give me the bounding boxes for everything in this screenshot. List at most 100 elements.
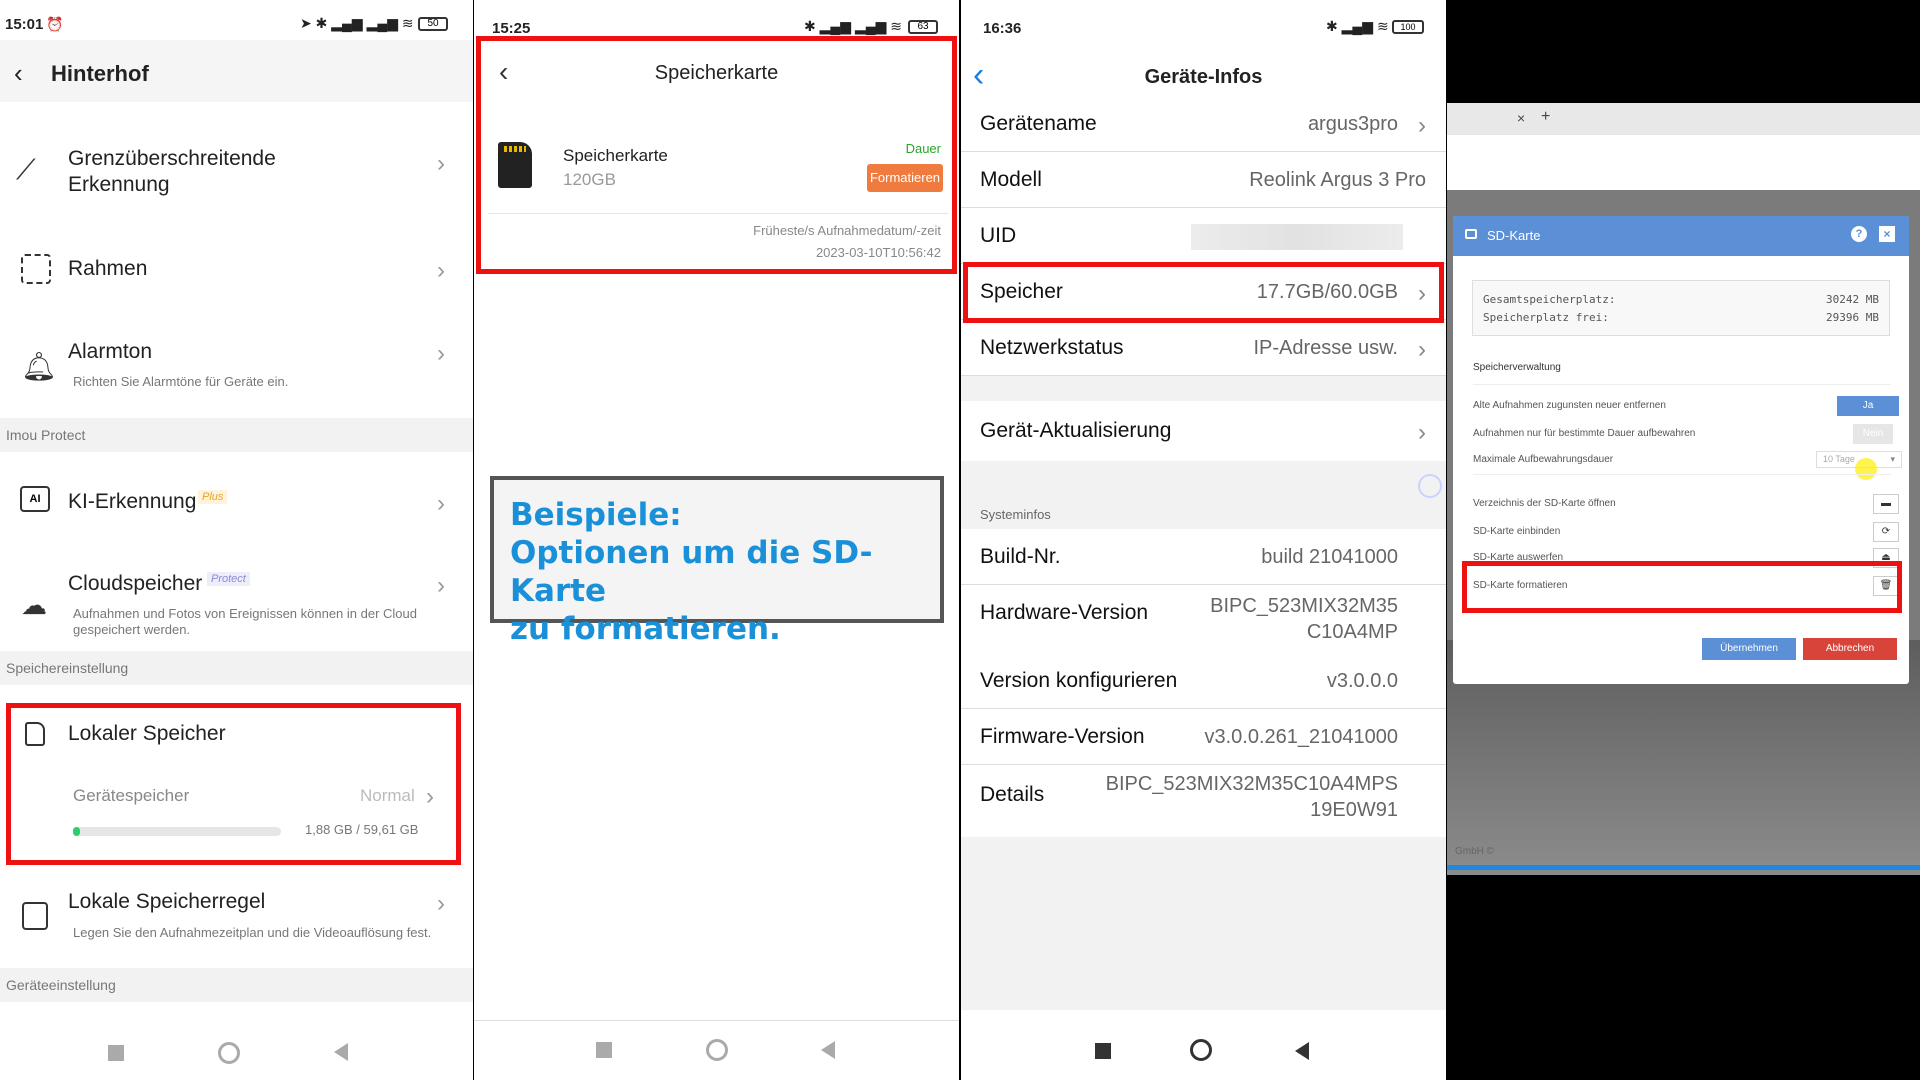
battery-level: 50 xyxy=(427,18,439,29)
chevron-right-icon: › xyxy=(1418,112,1426,139)
row-cloud-storage[interactable]: Cloudspeicher xyxy=(68,572,202,596)
footer-text: GmbH © xyxy=(1455,846,1495,857)
battery-level: 63 xyxy=(917,21,929,32)
row-value: v3.0.0.0 xyxy=(1326,670,1398,692)
nav-home-icon[interactable] xyxy=(1190,1039,1212,1061)
callout-box: Beispiele: Optionen um die SD-Karte zu f… xyxy=(490,476,944,647)
storage-rule-icon xyxy=(22,902,48,930)
new-tab-icon[interactable]: + xyxy=(1541,108,1550,126)
divider xyxy=(1473,474,1891,475)
help-icon[interactable]: ? xyxy=(1851,226,1867,242)
total-label: Gesamtspeicherplatz: xyxy=(1483,293,1616,306)
close-icon[interactable]: × xyxy=(1879,226,1895,242)
panel-device-info: 16:36 100 ✱ ▂▄▆ ≋ ‹ Geräte-Infos Geräten… xyxy=(961,0,1446,1080)
chevron-right-icon: › xyxy=(437,490,445,517)
callout-line-3: zu formatieren. xyxy=(510,611,781,647)
nav-back-icon[interactable] xyxy=(821,1041,835,1059)
chevron-right-icon: › xyxy=(1418,419,1426,446)
row-label: Gerät-Aktualisierung xyxy=(980,419,1172,442)
nav-home-icon[interactable] xyxy=(218,1042,240,1064)
row-value: build 21041000 xyxy=(1261,546,1398,568)
apply-button[interactable]: Übernehmen xyxy=(1702,638,1796,660)
protect-badge: Protect xyxy=(207,572,250,586)
nav-recent-icon[interactable] xyxy=(1095,1043,1111,1059)
divider xyxy=(1473,384,1891,385)
alarm-icon: ⏰ xyxy=(46,16,64,32)
toggle-no[interactable]: Nein xyxy=(1853,424,1893,444)
header-bg xyxy=(961,0,1446,108)
row-device-name[interactable]: Gerätename argus3pro › xyxy=(961,96,1446,152)
row-config-version: Version konfigurieren v3.0.0.0 xyxy=(961,653,1446,709)
row-value: IP-Adresse usw. xyxy=(1253,337,1398,359)
row-details: Details BIPC_523MIX32M35C10A4MPS 19E0W91 xyxy=(961,765,1446,837)
act-open-directory: Verzeichnis der SD-Karte öffnen xyxy=(1473,498,1616,509)
row-uid: UID xyxy=(961,208,1446,264)
row-frame[interactable]: Rahmen xyxy=(68,257,147,281)
alarm-tone-sub: Richten Sie Alarmtöne für Geräte ein. xyxy=(73,374,289,389)
signal-icons: ✱ ▂▄▆ ▂▄▆ ≋ xyxy=(804,18,903,34)
panel-web-sd-card: × + GmbH © SD-Karte ? × Gesamtspeicherpl… xyxy=(1447,0,1920,1080)
row-ki-detection[interactable]: KI-Erkennung xyxy=(68,490,196,514)
row-cross-detection[interactable]: Grenzüberschreitende Erkennung xyxy=(68,146,368,198)
nav-recent-icon[interactable] xyxy=(596,1042,612,1058)
signal-icons: ➤ ✱ ▂▄▆ ▂▄▆ ≋ xyxy=(300,15,414,31)
highlight-format-row xyxy=(1462,561,1902,613)
lock-icon xyxy=(1465,229,1477,239)
row-label: UID xyxy=(980,224,1017,247)
nav-recent-icon[interactable] xyxy=(108,1045,124,1061)
section-system-info: Systeminfos xyxy=(980,507,1051,522)
section-storage: Speichereinstellung xyxy=(0,651,473,685)
row-label: Details xyxy=(980,783,1045,806)
cursor-highlight xyxy=(1855,458,1877,480)
battery-icon: 63 xyxy=(908,20,938,34)
cancel-button[interactable]: Abbrechen xyxy=(1803,638,1897,660)
row-value-cont: 19E0W91 xyxy=(1310,799,1398,821)
battery-level: 100 xyxy=(1400,22,1416,32)
row-network[interactable]: Netzwerkstatus IP-Adresse usw. › xyxy=(961,320,1446,376)
row-model: Modell Reolink Argus 3 Pro xyxy=(961,152,1446,208)
plus-badge: Plus xyxy=(198,490,228,504)
folder-icon[interactable]: ▬ xyxy=(1873,494,1899,514)
panel-imou-settings: 15:01 ⏰ 50 ➤ ✱ ▂▄▆ ▂▄▆ ≋ ‹ Hinterhof ⟋ G… xyxy=(0,0,473,1080)
browser-tabbar: × + xyxy=(1447,103,1920,135)
tab-close-icon[interactable]: × xyxy=(1517,110,1525,126)
row-label: Netzwerkstatus xyxy=(980,336,1124,359)
row-value: BIPC_523MIX32M35 xyxy=(1210,595,1398,617)
row-build: Build-Nr. build 21041000 xyxy=(961,529,1446,585)
nav-back-icon[interactable] xyxy=(334,1043,348,1061)
uid-blurred xyxy=(1191,224,1403,250)
row-value: BIPC_523MIX32M35C10A4MPS xyxy=(1105,773,1398,795)
toggle-yes[interactable]: Ja xyxy=(1837,396,1899,416)
callout-line-1: Beispiele: xyxy=(510,497,682,533)
ai-icon: AI xyxy=(20,486,50,512)
opt-keep-duration: Aufnahmen nur für bestimmte Dauer aufbew… xyxy=(1473,428,1696,439)
dropdown-arrow-icon: ▾ xyxy=(1890,454,1895,464)
dialog-title: SD-Karte xyxy=(1487,228,1541,243)
row-storage-rule[interactable]: Lokale Speicherregel xyxy=(68,890,265,914)
cloud-sub: Aufnahmen und Fotos von Ereignissen könn… xyxy=(73,606,417,637)
row-label: Gerätename xyxy=(980,112,1097,135)
bell-icon: 🔔︎ xyxy=(21,351,57,382)
free-label: Speicherplatz frei: xyxy=(1483,311,1609,324)
nav-home-icon[interactable] xyxy=(706,1039,728,1061)
row-label: Hardware-Version xyxy=(980,601,1149,624)
progress-line xyxy=(1447,865,1920,870)
highlight-memory-card xyxy=(476,36,957,274)
page-title: Hinterhof xyxy=(51,61,149,86)
status-time: 16:36 xyxy=(983,20,1022,37)
row-value: v3.0.0.261_21041000 xyxy=(1204,726,1398,748)
chevron-right-icon: › xyxy=(437,257,445,284)
nav-back-icon[interactable] xyxy=(1295,1042,1309,1060)
row-label: Version konfigurieren xyxy=(980,669,1178,692)
storage-rule-sub: Legen Sie den Aufnahmezeitplan und die V… xyxy=(73,925,432,940)
panel-memory-card: 15:25 63 ✱ ▂▄▆ ▂▄▆ ≋ ‹ Speicherkarte Spe… xyxy=(474,0,959,1080)
chevron-right-icon: › xyxy=(437,340,445,367)
back-icon[interactable]: ‹ xyxy=(14,58,23,89)
row-alarm-tone[interactable]: Alarmton xyxy=(68,340,152,364)
cloud-icon: ☁ xyxy=(21,590,47,620)
row-device-update[interactable]: Gerät-Aktualisierung › xyxy=(961,401,1446,461)
section-device: Geräteeinstellung xyxy=(0,968,473,1002)
callout-text: Beispiele: Optionen um die SD-Karte zu f… xyxy=(510,496,940,648)
battery-icon: 100 xyxy=(1392,20,1424,34)
refresh-icon[interactable]: ⟳ xyxy=(1873,522,1899,542)
